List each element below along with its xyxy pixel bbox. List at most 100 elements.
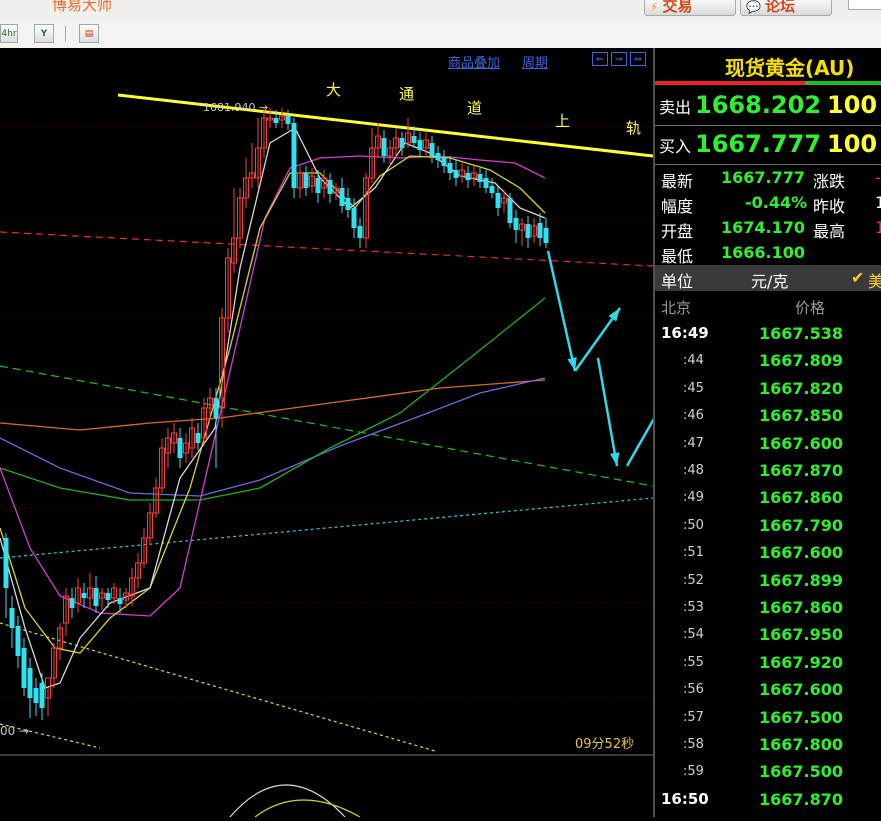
divider [655, 125, 881, 126]
annotation-char: 道 [467, 99, 483, 117]
chart-menu: 商品叠加 周期 [448, 52, 570, 71]
amplitude-value: -0.44% [745, 193, 808, 212]
ma-orange [0, 379, 546, 431]
change-value: - [875, 168, 881, 187]
candle-body [525, 224, 531, 238]
oscillator-line-white [229, 784, 346, 818]
candle-body [15, 626, 21, 656]
open-price: 1674.170 [721, 218, 806, 237]
tick-price: 1667.790 [759, 515, 844, 535]
ma-yellow [0, 155, 546, 654]
tick-time: :53 [683, 600, 704, 615]
sell-row[interactable]: 卖出 1668.202 100 [659, 91, 877, 119]
candle-body [345, 198, 351, 210]
candle-body [285, 116, 291, 124]
tick-time: :57 [683, 709, 704, 725]
candle-body [33, 688, 39, 703]
buy-volume: 100 [827, 130, 878, 158]
toolbar: 4hr Y ▤ [0, 20, 881, 49]
tick-time: :47 [683, 435, 704, 451]
unit-value: 元/克 [751, 272, 789, 291]
tick-time: 16:49 [661, 324, 709, 342]
annotation-char: 通 [399, 85, 415, 103]
ma-blue [0, 377, 546, 497]
scroll-right-icon[interactable]: ⇒ [611, 52, 627, 66]
tick-price: 1667.800 [759, 735, 844, 754]
sell-label: 卖出 [659, 98, 692, 117]
green-channel-line [0, 365, 654, 487]
divider [655, 164, 881, 165]
candle-body [489, 186, 495, 193]
candle-body [441, 158, 447, 166]
candle-body [81, 593, 87, 598]
tick-price: 1667.600 [759, 543, 844, 563]
candle-body [39, 683, 45, 708]
candle-body [315, 178, 321, 193]
filter-icon[interactable]: Y [34, 24, 54, 43]
forecast-arrow [625, 379, 678, 467]
annotation-char: 大 [326, 81, 342, 99]
candle-body [117, 598, 123, 604]
instrument-title: 现货黄金(AU) [725, 56, 855, 80]
candle-body [21, 648, 27, 688]
candle-body [273, 118, 279, 123]
tick-time: :45 [683, 380, 704, 396]
hourly-icon[interactable]: 4hr [0, 24, 18, 43]
candle-body [93, 588, 99, 606]
candle-body [3, 538, 9, 588]
tick-time: :54 [683, 627, 704, 643]
tick-price: 1667.899 [759, 570, 844, 590]
tick-price: 1667.850 [759, 406, 844, 426]
tick-price: 1667.820 [759, 378, 844, 398]
tick-price: 1667.860 [759, 488, 844, 508]
trade-label: 交易 [662, 0, 693, 15]
forum-button[interactable]: 💬 论坛 [740, 0, 832, 16]
candle-body [27, 668, 33, 698]
candle-body [303, 173, 309, 188]
zoom-icon[interactable]: ⇔ [630, 52, 646, 66]
lower-channel-line [0, 622, 436, 752]
commodity-overlay-menu[interactable]: 商品叠加 [448, 56, 500, 71]
tick-time: :56 [683, 682, 704, 698]
support-line [0, 231, 654, 267]
candle-body [381, 138, 387, 156]
indicator-subpanel [229, 784, 361, 818]
candle-body [357, 226, 363, 238]
buy-row[interactable]: 买入 1667.777 100 [659, 130, 877, 158]
annotation-char: 轨 [626, 119, 642, 137]
sell-price: 1668.202 [695, 91, 822, 119]
arrow-head [608, 308, 620, 322]
scroll-left-icon[interactable]: ⇐ [592, 52, 608, 66]
trend-lines [0, 93, 654, 752]
toolbar-divider [65, 26, 66, 42]
tick-time: :59 [683, 764, 704, 780]
unit-row[interactable]: 单位 元/克 ✔ 美 [655, 265, 881, 291]
candlestick-chart[interactable]: 1681.940 → 00 → 大 通 道 上 轨 09分52秒 [0, 48, 678, 818]
chart-canvas [0, 93, 678, 818]
candle-body [513, 218, 519, 230]
candle-body [543, 228, 549, 243]
trade-button[interactable]: ⚡ 交易 [644, 0, 736, 16]
window-control[interactable] [848, 0, 881, 10]
candle-body [351, 208, 357, 228]
candle-body [291, 123, 297, 188]
prev-close-value: 1 [875, 193, 881, 212]
unit-label: 单位 [661, 272, 694, 291]
grid-icon[interactable]: ▤ [79, 24, 99, 43]
annotation-char: 上 [555, 112, 571, 130]
tick-price: 1667.500 [759, 762, 844, 782]
amplitude-label: 幅度 [661, 197, 694, 216]
candle-body [453, 170, 459, 178]
buy-price: 1667.777 [695, 130, 822, 158]
app-title: 博易大师 [52, 0, 113, 14]
latest-label: 最新 [661, 172, 694, 191]
candle-body [9, 608, 15, 628]
change-label: 涨跌 [813, 172, 846, 191]
period-menu[interactable]: 周期 [522, 56, 548, 71]
candle-body [213, 398, 219, 418]
candle-body [417, 140, 423, 150]
lightning-icon: ⚡ [650, 0, 659, 14]
tick-price: 1667.870 [759, 789, 844, 809]
forecast-arrows [546, 250, 678, 467]
tick-time: :51 [683, 545, 704, 561]
